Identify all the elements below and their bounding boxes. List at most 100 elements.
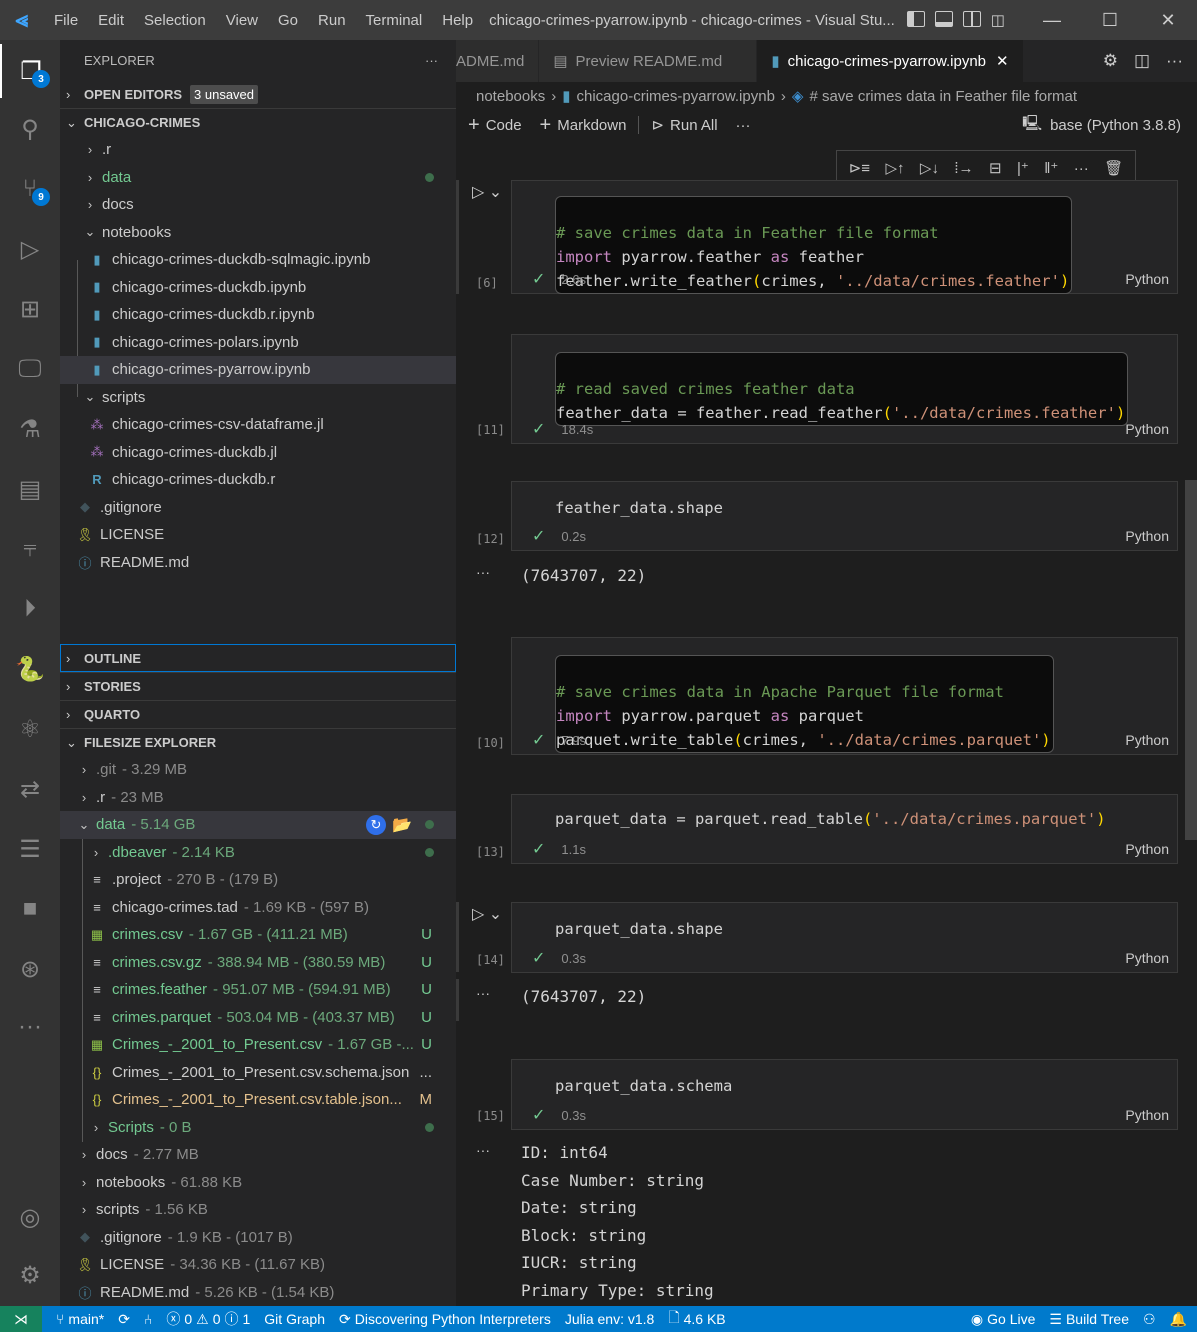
- cell-language[interactable]: Python: [1125, 732, 1169, 748]
- split-editor-icon[interactable]: ◫: [1134, 51, 1150, 71]
- add-code-cell-button[interactable]: + Code: [468, 114, 522, 137]
- tree-item[interactable]: 🎗 LICENSE: [60, 521, 456, 549]
- git-graph-button[interactable]: Git Graph: [264, 1311, 325, 1327]
- extensions-icon[interactable]: ⊞: [0, 282, 60, 336]
- output-more-icon[interactable]: ···: [476, 1142, 490, 1158]
- filesize-item[interactable]: 🎗 LICENSE - 34.36 KB - (11.67 KB): [60, 1251, 456, 1279]
- add-markdown-cell-button[interactable]: + Markdown: [540, 114, 627, 137]
- filesize-item[interactable]: ▦ crimes.csv - 1.67 GB - (411.21 MB) U: [60, 921, 456, 949]
- customize-layout-icon[interactable]: ◫: [991, 11, 1005, 29]
- open-folder-icon[interactable]: 📂: [392, 815, 412, 835]
- maximize-button[interactable]: ☐: [1081, 0, 1139, 40]
- notebook-cell[interactable]: parquet_data.shape ✓ 0.3s Python: [511, 902, 1178, 973]
- more-icon[interactable]: ···: [0, 1000, 60, 1054]
- notebook-cell[interactable]: # read saved crimes feather data feather…: [511, 334, 1178, 444]
- execute-below-icon[interactable]: ▷↓: [920, 159, 939, 177]
- interpreter-status[interactable]: ⟳ Discovering Python Interpreters: [339, 1311, 551, 1328]
- build-tree-icon[interactable]: ☰: [0, 822, 60, 876]
- remote-indicator-icon[interactable]: ⋊: [0, 1306, 42, 1332]
- section-stories[interactable]: › STORIES: [60, 672, 456, 700]
- cell-language[interactable]: Python: [1125, 421, 1169, 437]
- cell-language[interactable]: Python: [1125, 841, 1169, 857]
- breadcrumb-item[interactable]: chicago-crimes-pyarrow.ipynb: [577, 88, 775, 105]
- filesize-item[interactable]: › docs - 2.77 MB: [60, 1141, 456, 1169]
- tab-chicago-crimes-pyarrow[interactable]: ▮ chicago-crimes-pyarrow.ipynb ✕: [757, 40, 1024, 82]
- run-all-button[interactable]: ⊳ Run All: [651, 116, 717, 135]
- branch-indicator[interactable]: ⑂ main*: [56, 1311, 104, 1327]
- menu-view[interactable]: View: [226, 12, 258, 29]
- cell-language[interactable]: Python: [1125, 271, 1169, 287]
- minimize-button[interactable]: —: [1023, 0, 1081, 40]
- problems-indicator[interactable]: ⓧ 0 ⚠ 0 ⓘ 1: [166, 1309, 250, 1329]
- tree-item[interactable]: ⓘ README.md: [60, 549, 456, 577]
- merge-cell-icon[interactable]: ⊟: [989, 159, 1002, 177]
- run-cell-button[interactable]: ▷ ⌄: [472, 904, 502, 924]
- tree-icon[interactable]: ⫧: [0, 522, 60, 576]
- close-tab-icon[interactable]: ✕: [996, 52, 1009, 70]
- cell-language[interactable]: Python: [1125, 528, 1169, 544]
- tab-preview-readme[interactable]: ▤ Preview README.md: [539, 40, 758, 82]
- git-compare-button[interactable]: ⑃: [144, 1311, 152, 1327]
- cell-language[interactable]: Python: [1125, 950, 1169, 966]
- accounts-icon[interactable]: ◎: [0, 1190, 60, 1244]
- output-more-icon[interactable]: ···: [476, 985, 490, 1001]
- menu-run[interactable]: Run: [318, 12, 346, 29]
- go-live-button[interactable]: ◉ Go Live: [971, 1311, 1035, 1328]
- run-by-line-icon[interactable]: ⊳≡: [849, 159, 870, 177]
- play-icon[interactable]: ⏵: [0, 582, 60, 636]
- tab-readme[interactable]: ADME.md: [456, 40, 540, 82]
- section-outline[interactable]: › OUTLINE: [60, 644, 456, 672]
- filesize-item[interactable]: ◆ .gitignore - 1.9 KB - (1017 B): [60, 1224, 456, 1252]
- filesize-item[interactable]: ≡ crimes.feather - 951.07 MB - (594.91 MB)…: [60, 976, 456, 1004]
- menu-terminal[interactable]: Terminal: [366, 12, 423, 29]
- atom-icon[interactable]: ⚛: [0, 702, 60, 756]
- notebook-cell[interactable]: parquet_data = parquet.read_table('../da…: [511, 794, 1178, 864]
- notebook-cell[interactable]: parquet_data.schema ✓ 0.3s Python: [511, 1059, 1178, 1130]
- tree-item[interactable]: ⁂ chicago-crimes-csv-dataframe.jl: [60, 411, 456, 439]
- delete-cell-icon[interactable]: 🗑: [1104, 159, 1123, 177]
- kernel-picker[interactable]: 🖳 base (Python 3.8.8): [1022, 113, 1181, 138]
- filesize-item[interactable]: › .r - 23 MB: [60, 784, 456, 812]
- toggle-secondary-sidebar-icon[interactable]: [962, 11, 981, 27]
- notifications-bell-icon[interactable]: 🔔: [1170, 1311, 1187, 1328]
- run-debug-icon[interactable]: ▷: [0, 222, 60, 276]
- filesize-item[interactable]: ▦ Crimes_-_2001_to_Present.csv - 1.67 GB -…: [60, 1031, 456, 1059]
- filesize-item[interactable]: › notebooks - 61.88 KB: [60, 1169, 456, 1197]
- filesize-item[interactable]: ≡ crimes.csv.gz - 388.94 MB - (380.59 MB) U: [60, 949, 456, 977]
- filesize-item[interactable]: ≡ .project - 270 B - (179 B): [60, 866, 456, 894]
- tree-item-selected[interactable]: ▮ chicago-crimes-pyarrow.ipynb: [60, 356, 456, 384]
- notebook-cell[interactable]: # save crimes data in Feather file forma…: [511, 180, 1178, 294]
- build-tree-button[interactable]: ☰ Build Tree: [1049, 1311, 1129, 1328]
- more-cell-actions-icon[interactable]: ···: [1074, 160, 1089, 177]
- tree-item[interactable]: ⁂ chicago-crimes-duckdb.jl: [60, 439, 456, 467]
- breadcrumb-item[interactable]: notebooks: [476, 88, 545, 105]
- filesize-item[interactable]: ≡ crimes.parquet - 503.04 MB - (403.37 MB)…: [60, 1004, 456, 1032]
- tree-item[interactable]: › data: [60, 164, 456, 192]
- more-toolbar-icon[interactable]: ···: [736, 117, 751, 134]
- remote-explorer-icon[interactable]: 🖵: [0, 342, 60, 396]
- execute-above-icon[interactable]: ▷↑: [885, 159, 904, 177]
- insert-below-icon[interactable]: ‖⁺: [1044, 159, 1058, 177]
- cell-language[interactable]: Python: [1125, 1107, 1169, 1123]
- filesize-item[interactable]: › .dbeaver - 2.14 KB: [60, 839, 456, 867]
- tree-item[interactable]: ⌄ notebooks: [60, 219, 456, 247]
- filesize-item[interactable]: › .git - 3.29 MB: [60, 756, 456, 784]
- run-cell-button[interactable]: ▷ ⌄: [472, 182, 502, 202]
- tree-item[interactable]: ▮ chicago-crimes-duckdb.r.ipynb: [60, 301, 456, 329]
- git-graph-icon[interactable]: ⊛: [0, 942, 60, 996]
- menu-help[interactable]: Help: [442, 12, 473, 29]
- filesize-item[interactable]: › Scripts - 0 B: [60, 1114, 456, 1142]
- feedback-icon[interactable]: ⚇: [1143, 1311, 1156, 1328]
- explorer-icon[interactable]: ❐ 3: [0, 44, 60, 98]
- tree-item[interactable]: ◆ .gitignore: [60, 494, 456, 522]
- tree-item[interactable]: ▮ chicago-crimes-duckdb-sqlmagic.ipynb: [60, 246, 456, 274]
- filesize-item[interactable]: ⌄ data - 5.14 GB ↻ 📂: [60, 811, 456, 839]
- tree-item[interactable]: ▮ chicago-crimes-duckdb.ipynb: [60, 274, 456, 302]
- settings-gear-icon[interactable]: ⚙: [0, 1248, 60, 1302]
- tree-item[interactable]: Rchicago-crimes-duckdb.r: [60, 466, 456, 494]
- menu-go[interactable]: Go: [278, 12, 298, 29]
- code-editor[interactable]: parquet_data.shape: [555, 917, 723, 941]
- section-quarto[interactable]: › QUARTO: [60, 700, 456, 728]
- output-more-icon[interactable]: ···: [476, 564, 490, 580]
- section-open-editors[interactable]: › OPEN EDITORS 3 unsaved: [60, 80, 456, 108]
